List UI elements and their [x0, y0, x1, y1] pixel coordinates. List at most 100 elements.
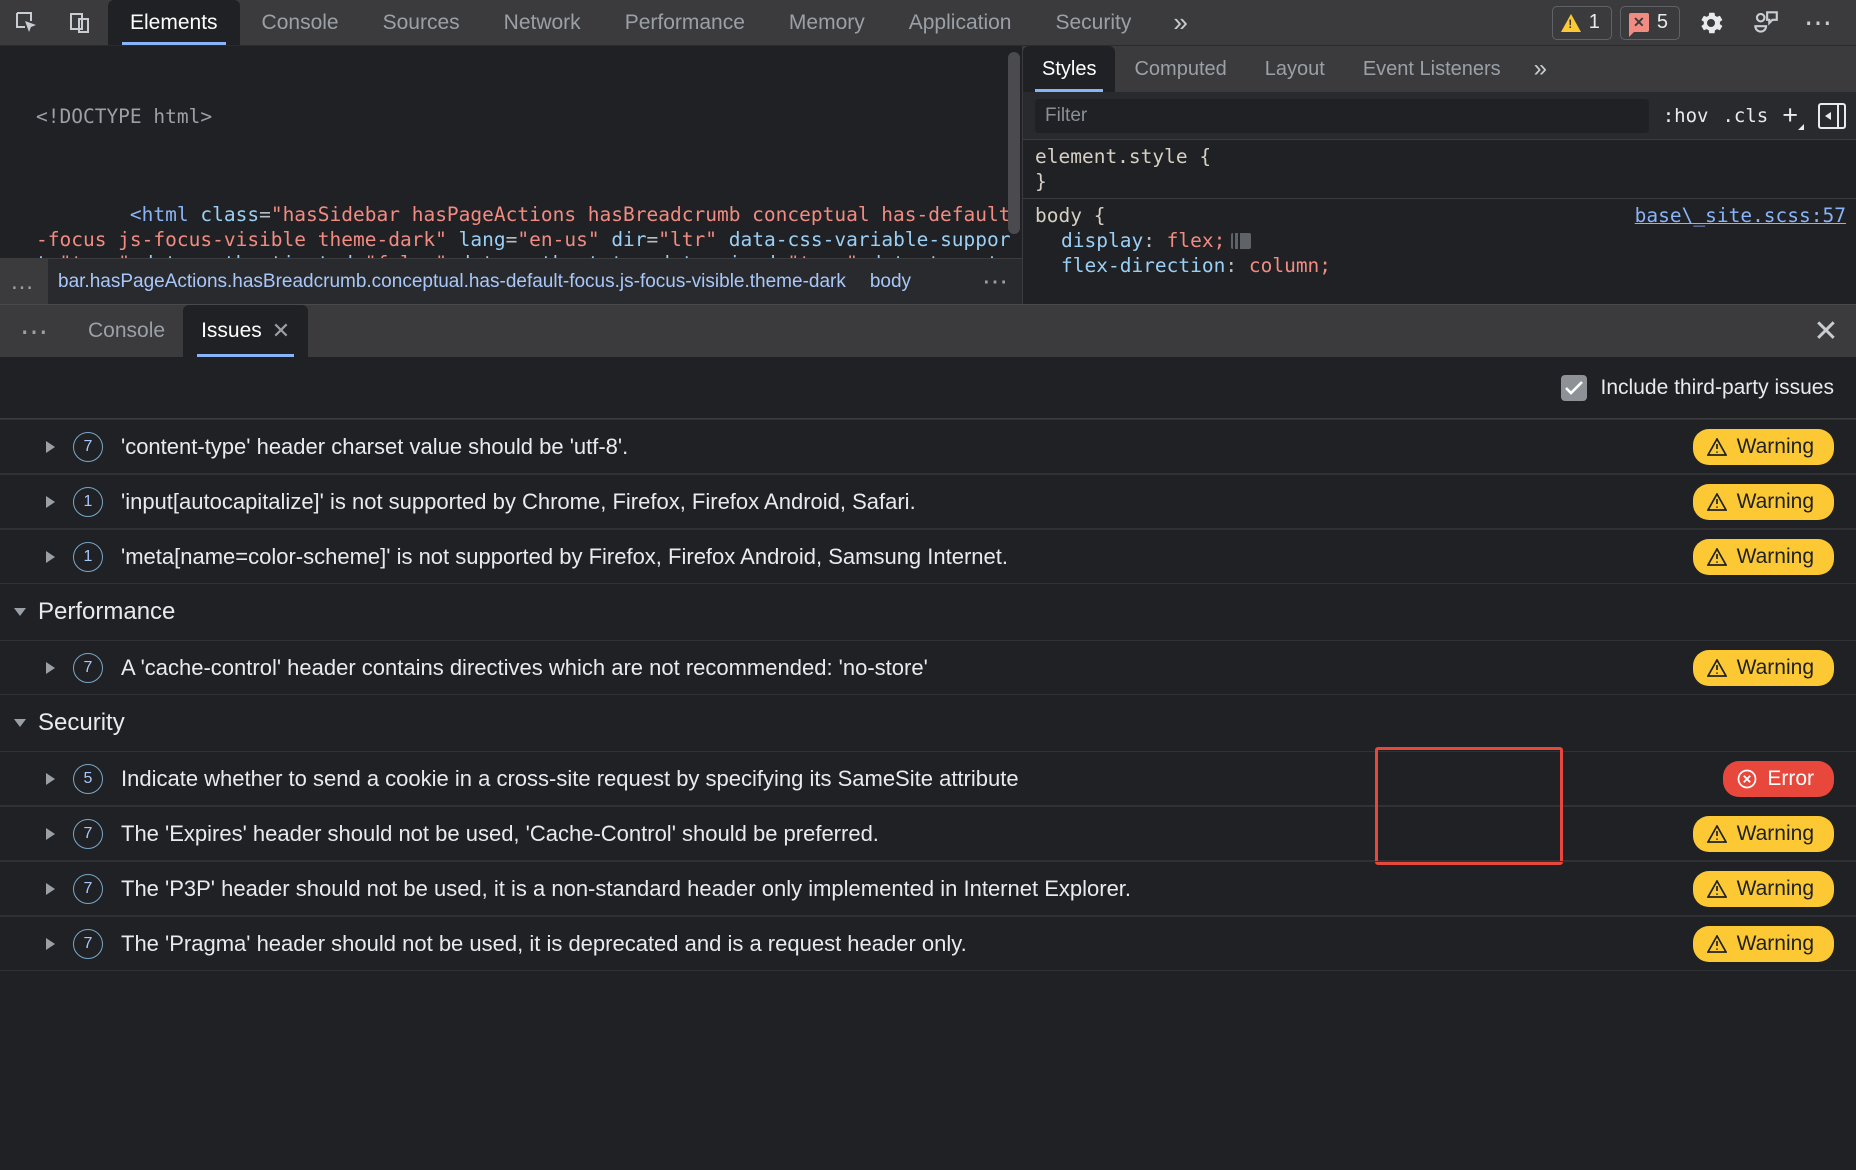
hov-button[interactable]: :hov: [1663, 105, 1709, 127]
status-badge[interactable]: Warning: [1693, 650, 1834, 686]
issue-row[interactable]: 1 'input[autocapitalize]' is not support…: [0, 474, 1856, 529]
expand-issue-icon[interactable]: [46, 441, 55, 453]
styles-filter-input[interactable]: [1035, 99, 1649, 133]
error-circle-icon: [1737, 769, 1757, 789]
declaration-display[interactable]: display: flex;: [1035, 228, 1856, 253]
tab-computed[interactable]: Computed: [1115, 46, 1245, 92]
collapse-category-icon[interactable]: [14, 608, 26, 616]
new-style-rule-button[interactable]: +: [1782, 100, 1804, 131]
tab-sources[interactable]: Sources: [361, 0, 482, 45]
breadcrumb-body-crumb[interactable]: body: [848, 271, 913, 293]
include-third-party-checkbox[interactable]: Include third-party issues: [1561, 375, 1834, 401]
expand-issue-icon[interactable]: [46, 828, 55, 840]
tab-security-label: Security: [1055, 11, 1131, 35]
declaration-flex-direction[interactable]: flex-direction: column;: [1035, 253, 1856, 278]
rule-element-style[interactable]: element.style { }: [1023, 140, 1856, 199]
issue-row[interactable]: 7 The 'Pragma' header should not be used…: [0, 916, 1856, 971]
tab-console-label: Console: [262, 11, 339, 35]
status-badge[interactable]: Error: [1723, 761, 1834, 797]
issue-row[interactable]: 7 The 'P3P' header should not be used, i…: [0, 861, 1856, 916]
warning-triangle-icon: [1707, 935, 1727, 953]
warning-count-chip[interactable]: 1: [1552, 6, 1612, 40]
tab-performance[interactable]: Performance: [603, 0, 767, 45]
issue-title: 'meta[name=color-scheme]' is not support…: [121, 544, 1008, 570]
expand-issue-icon[interactable]: [46, 496, 55, 508]
feedback-icon[interactable]: [1742, 8, 1788, 38]
issue-row[interactable]: 7 'content-type' header charset value sh…: [0, 419, 1856, 474]
status-badge[interactable]: Warning: [1693, 816, 1834, 852]
styles-filter-bar: :hov .cls +: [1023, 92, 1856, 140]
issue-row[interactable]: 1 'meta[name=color-scheme]' is not suppo…: [0, 529, 1856, 584]
drawer-tab-console[interactable]: Console: [70, 305, 183, 357]
issues-options-bar: Include third-party issues: [0, 357, 1856, 419]
issue-row[interactable]: 7 A 'cache-control' header contains dire…: [0, 640, 1856, 695]
collapse-category-icon[interactable]: [14, 719, 26, 727]
tab-event-listeners[interactable]: Event Listeners: [1344, 46, 1520, 92]
tab-console[interactable]: Console: [240, 0, 361, 45]
inspect-element-icon[interactable]: [0, 0, 54, 45]
status-badge-label: Warning: [1737, 545, 1814, 569]
tab-styles[interactable]: Styles: [1023, 46, 1115, 92]
status-badge[interactable]: Warning: [1693, 429, 1834, 465]
drawer-tab-issues-label: Issues: [201, 319, 262, 343]
expand-issue-icon[interactable]: [46, 773, 55, 785]
issue-category-label: Security: [38, 709, 125, 737]
drawer-more-icon[interactable]: ⋯: [0, 305, 70, 357]
tab-layout[interactable]: Layout: [1246, 46, 1344, 92]
close-issues-tab-icon[interactable]: ✕: [272, 318, 290, 344]
dom-tree-pane: <!DOCTYPE html> <html class="hasSidebar …: [0, 46, 1022, 304]
styles-sidebar: Styles Computed Layout Event Listeners »…: [1022, 46, 1856, 304]
issue-count-badge: 5: [73, 764, 103, 794]
breadcrumb-more-icon[interactable]: ⋯: [982, 266, 1022, 297]
status-badge[interactable]: Warning: [1693, 539, 1834, 575]
rule-body-header: base\_site.scss:57 body {: [1035, 203, 1856, 228]
more-tabs-icon[interactable]: »: [1153, 0, 1207, 45]
tab-styles-label: Styles: [1042, 58, 1096, 81]
status-badge-label: Warning: [1737, 490, 1814, 514]
tab-network[interactable]: Network: [482, 0, 603, 45]
more-options-icon[interactable]: ⋯: [1796, 6, 1842, 39]
issue-title: The 'Expires' header should not be used,…: [121, 821, 879, 847]
error-count-chip[interactable]: ✕ 5: [1620, 6, 1680, 40]
issue-row[interactable]: 7 The 'Expires' header should not be use…: [0, 806, 1856, 861]
issues-list: 7 'content-type' header charset value sh…: [0, 419, 1856, 1170]
status-badge-label: Warning: [1737, 877, 1814, 901]
expand-issue-icon[interactable]: [46, 551, 55, 563]
flexbox-editor-icon[interactable]: [1231, 233, 1251, 249]
cls-button[interactable]: .cls: [1722, 105, 1768, 127]
tab-sources-label: Sources: [383, 11, 460, 35]
issue-category-performance[interactable]: Performance: [0, 584, 1856, 640]
breadcrumb-overflow-icon[interactable]: …: [0, 259, 48, 304]
issue-category-security[interactable]: Security: [0, 695, 1856, 751]
status-badge[interactable]: Warning: [1693, 871, 1834, 907]
security-issues-wrapper: 5 Indicate whether to send a cookie in a…: [0, 751, 1856, 861]
dom-tree-scrollbar[interactable]: [1008, 52, 1020, 234]
tab-security[interactable]: Security: [1033, 0, 1153, 45]
close-drawer-icon[interactable]: ✕: [1796, 305, 1856, 357]
tab-performance-label: Performance: [625, 11, 745, 35]
rule-selector: element.style {: [1035, 144, 1856, 169]
tab-application-label: Application: [909, 11, 1012, 35]
expand-issue-icon[interactable]: [46, 938, 55, 950]
declaration-value: flex;: [1167, 229, 1226, 252]
status-badge[interactable]: Warning: [1693, 484, 1834, 520]
drawer-tab-strip: ⋯ Console Issues ✕ ✕: [0, 305, 1856, 357]
gear-icon[interactable]: [1688, 8, 1734, 38]
device-toolbar-icon[interactable]: [54, 0, 108, 45]
rule-body[interactable]: base\_site.scss:57 body { display: flex;…: [1023, 199, 1856, 282]
drawer-tab-issues[interactable]: Issues ✕: [183, 305, 308, 357]
tab-memory-label: Memory: [789, 11, 865, 35]
tab-elements[interactable]: Elements: [108, 0, 240, 45]
tab-application[interactable]: Application: [887, 0, 1034, 45]
rule-source-link[interactable]: base\_site.scss:57: [1635, 203, 1856, 228]
tab-memory[interactable]: Memory: [767, 0, 887, 45]
toggle-computed-sidebar-icon[interactable]: [1818, 103, 1846, 129]
breadcrumb-html-crumb[interactable]: bar.hasPageActions.hasBreadcrumb.concept…: [48, 271, 848, 293]
issue-row[interactable]: 5 Indicate whether to send a cookie in a…: [0, 751, 1856, 806]
warning-triangle-icon: [1707, 880, 1727, 898]
expand-issue-icon[interactable]: [46, 662, 55, 674]
status-badge[interactable]: Warning: [1693, 926, 1834, 962]
tab-layout-label: Layout: [1265, 58, 1325, 81]
expand-issue-icon[interactable]: [46, 883, 55, 895]
styles-more-tabs-icon[interactable]: »: [1520, 46, 1561, 92]
